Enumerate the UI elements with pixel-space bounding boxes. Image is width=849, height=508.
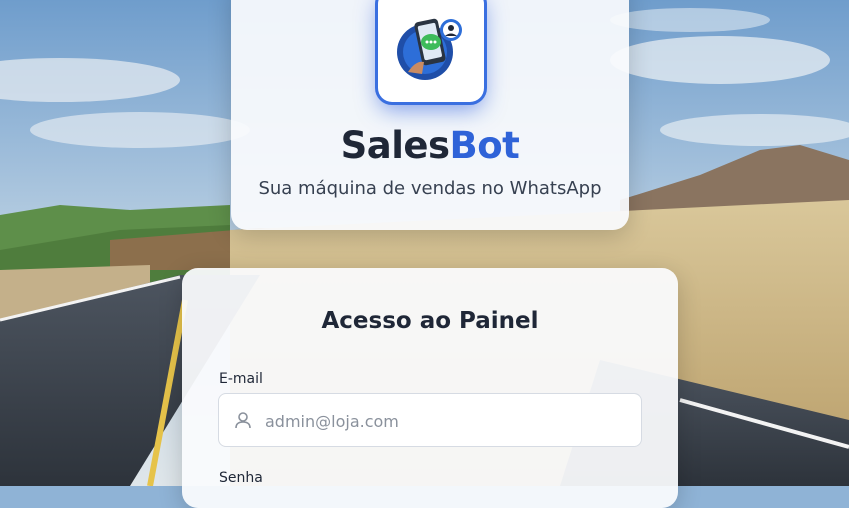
brand-title: SalesBot [231, 124, 629, 167]
brand-tagline: Sua máquina de vendas no WhatsApp [258, 178, 602, 199]
phone-chat-icon [397, 18, 462, 80]
user-icon [235, 412, 251, 429]
password-label: Senha [219, 470, 263, 486]
login-title: Acesso ao Painel [321, 308, 539, 334]
salesbot-logo [378, 0, 484, 102]
brand-name-part2: Bot [449, 124, 520, 167]
email-input[interactable] [263, 394, 637, 448]
email-label: E-mail [219, 371, 263, 387]
brand-name-part1: Sales [340, 124, 450, 167]
email-field[interactable] [218, 393, 642, 448]
